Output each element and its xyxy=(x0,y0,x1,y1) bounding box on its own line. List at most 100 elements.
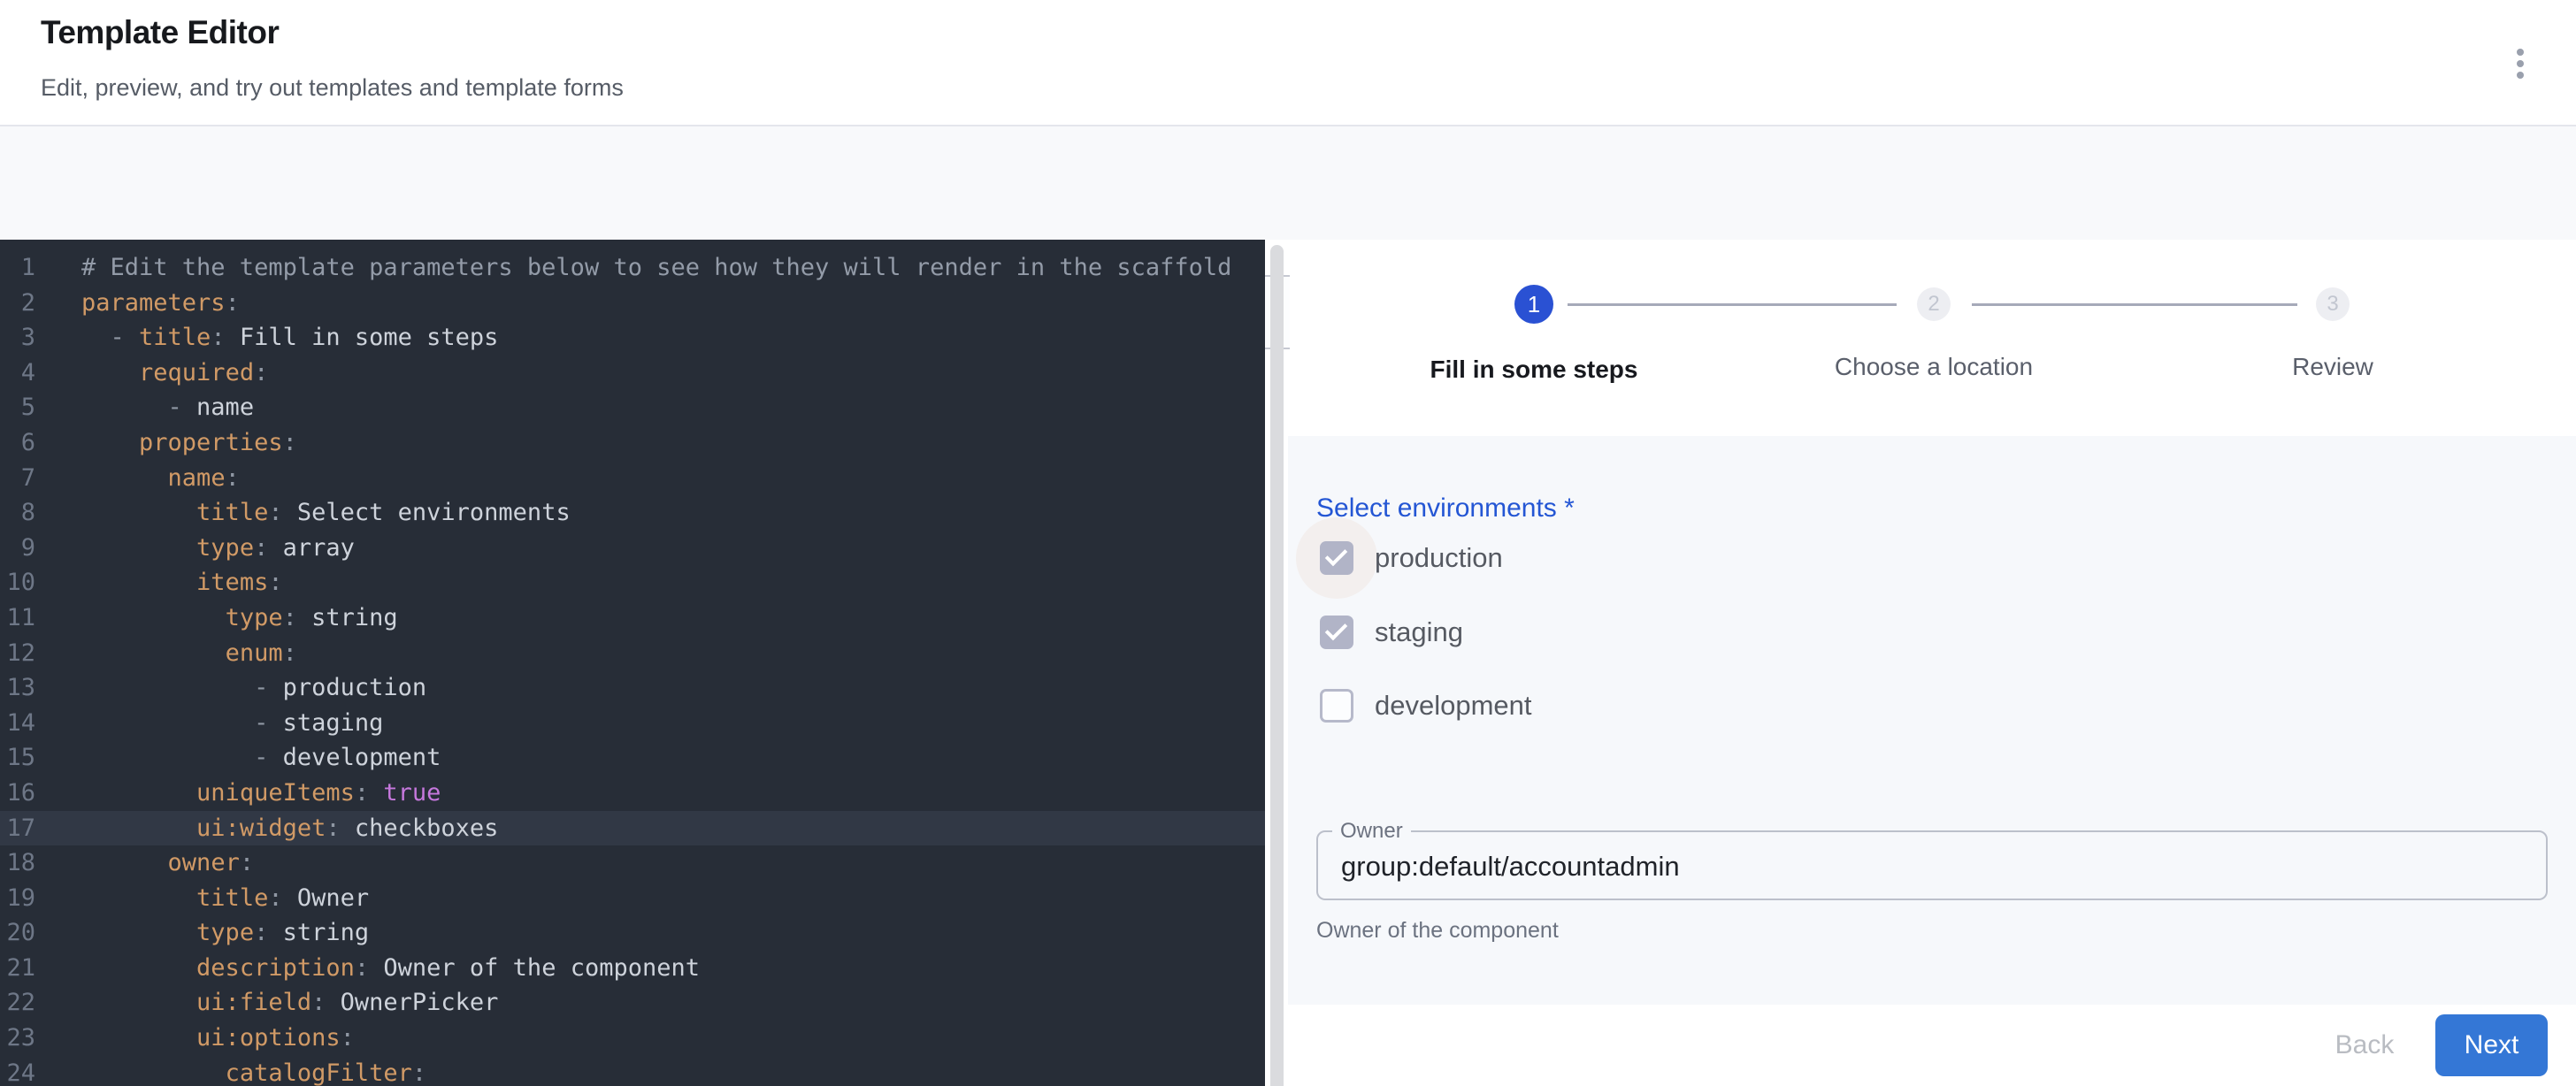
more-vert-icon xyxy=(2517,72,2524,79)
code-text: parameters: xyxy=(35,286,240,321)
code-token-punct xyxy=(81,919,196,946)
code-line[interactable]: 2parameters: xyxy=(0,286,1265,321)
code-text: required: xyxy=(35,356,268,391)
owner-helper-text: Owner of the component xyxy=(1316,918,1559,944)
back-button[interactable]: Back xyxy=(2298,1014,2431,1076)
code-text: - title: Fill in some steps xyxy=(35,320,498,356)
code-token-punct xyxy=(81,884,196,912)
code-line[interactable]: 15 - development xyxy=(0,740,1265,776)
code-token-punct xyxy=(81,1059,226,1086)
code-token-punct: : xyxy=(283,604,297,631)
code-line[interactable]: 12 enum: xyxy=(0,636,1265,671)
code-token-punct: : xyxy=(341,1024,355,1052)
code-line[interactable]: 14 - staging xyxy=(0,706,1265,741)
owner-field-value[interactable]: group:default/accountadmin xyxy=(1341,851,1680,883)
code-token-val: string xyxy=(268,919,369,946)
line-number: 23 xyxy=(0,1021,35,1056)
code-token-punct xyxy=(81,359,139,386)
code-line[interactable]: 8 title: Select environments xyxy=(0,495,1265,531)
code-token-val: staging xyxy=(283,709,384,737)
checkbox-label[interactable]: staging xyxy=(1375,616,1463,648)
code-text: type: string xyxy=(35,915,369,951)
code-line[interactable]: 17 ui:widget: checkboxes xyxy=(0,811,1265,846)
code-token-punct xyxy=(81,429,139,456)
code-text: description: Owner of the component xyxy=(35,951,700,986)
code-token-key: items xyxy=(196,569,268,596)
checkbox-group-label: Select environments * xyxy=(1316,493,1575,524)
code-line[interactable]: 20 type: string xyxy=(0,915,1265,951)
code-text: type: array xyxy=(35,531,355,566)
code-line[interactable]: 3 - title: Fill in some steps xyxy=(0,320,1265,356)
code-line[interactable]: 1# Edit the template parameters below to… xyxy=(0,250,1265,286)
more-vert-icon xyxy=(2517,49,2524,56)
checkbox-unchecked-icon[interactable] xyxy=(1320,689,1353,723)
code-token-punct: : xyxy=(268,499,282,526)
code-token-punct: : xyxy=(226,464,240,492)
checkbox-row-staging[interactable]: staging xyxy=(1320,616,1463,649)
code-line[interactable]: 23 ui:options: xyxy=(0,1021,1265,1056)
more-options-button[interactable] xyxy=(2500,39,2541,88)
code-text: - development xyxy=(35,740,441,776)
code-editor[interactable]: 1# Edit the template parameters below to… xyxy=(0,240,1265,1086)
code-text: items: xyxy=(35,565,283,600)
code-text: - name xyxy=(35,390,254,425)
line-number: 20 xyxy=(0,915,35,951)
checkbox-checked-icon[interactable] xyxy=(1320,541,1353,575)
checkbox-label[interactable]: development xyxy=(1375,690,1532,722)
code-token-val: Owner of the component xyxy=(369,954,700,982)
step-number-badge: 2 xyxy=(1917,287,1951,321)
line-number: 16 xyxy=(0,776,35,811)
group-label-text: Select environments xyxy=(1316,493,1557,523)
checkbox-row-production[interactable]: production xyxy=(1320,541,1503,575)
code-line[interactable]: 4 required: xyxy=(0,356,1265,391)
code-line[interactable]: 22 ui:field: OwnerPicker xyxy=(0,985,1265,1021)
page-subtitle: Edit, preview, and try out templates and… xyxy=(41,74,624,102)
code-token-punct xyxy=(81,1024,196,1052)
line-number: 14 xyxy=(0,706,35,741)
code-line[interactable]: 7 name: xyxy=(0,461,1265,496)
line-number: 21 xyxy=(0,951,35,986)
line-number: 12 xyxy=(0,636,35,671)
code-line[interactable]: 16 uniqueItems: true xyxy=(0,776,1265,811)
panel-resize-handle[interactable] xyxy=(1270,245,1284,1086)
owner-field[interactable]: Owner group:default/accountadmin xyxy=(1316,819,2548,900)
line-number: 6 xyxy=(0,425,35,461)
code-token-key: catalogFilter xyxy=(226,1059,412,1086)
code-token-punct: : xyxy=(254,919,268,946)
template-loader-row: Load Existing Template xyxy=(0,126,2576,240)
code-token-punct xyxy=(81,779,196,807)
code-line[interactable]: 11 type: string xyxy=(0,600,1265,636)
code-line[interactable]: 13 - production xyxy=(0,670,1265,706)
step-review: 3Review xyxy=(2147,285,2518,381)
step-label: Review xyxy=(2147,353,2518,381)
code-token-punct: : xyxy=(283,429,297,456)
checkbox-label[interactable]: production xyxy=(1375,542,1503,574)
code-token-punct xyxy=(81,569,196,596)
code-line[interactable]: 9 type: array xyxy=(0,531,1265,566)
code-lines: 1# Edit the template parameters below to… xyxy=(0,250,1265,1086)
code-token-punct: : xyxy=(355,954,369,982)
line-number: 15 xyxy=(0,740,35,776)
code-line[interactable]: 21 description: Owner of the component xyxy=(0,951,1265,986)
step-label: Fill in some steps xyxy=(1348,356,1720,384)
more-vert-icon xyxy=(2517,60,2524,67)
code-line[interactable]: 18 owner: xyxy=(0,845,1265,881)
checkbox-row-development[interactable]: development xyxy=(1320,689,1532,723)
code-line[interactable]: 6 properties: xyxy=(0,425,1265,461)
line-number: 1 xyxy=(0,250,35,286)
code-token-punct: : xyxy=(283,639,297,667)
step-number-badge: 1 xyxy=(1514,285,1553,324)
code-token-val: checkboxes xyxy=(341,814,499,842)
code-line[interactable]: 19 title: Owner xyxy=(0,881,1265,916)
code-text: name: xyxy=(35,461,240,496)
code-line[interactable]: 24 catalogFilter: xyxy=(0,1056,1265,1086)
next-button[interactable]: Next xyxy=(2435,1014,2548,1076)
code-line[interactable]: 5 - name xyxy=(0,390,1265,425)
code-token-key: uniqueItems xyxy=(196,779,355,807)
code-token-val: Select environments xyxy=(283,499,571,526)
line-number: 19 xyxy=(0,881,35,916)
code-token-punct: : xyxy=(268,569,282,596)
code-line[interactable]: 10 items: xyxy=(0,565,1265,600)
line-number: 13 xyxy=(0,670,35,706)
checkbox-checked-icon[interactable] xyxy=(1320,616,1353,649)
